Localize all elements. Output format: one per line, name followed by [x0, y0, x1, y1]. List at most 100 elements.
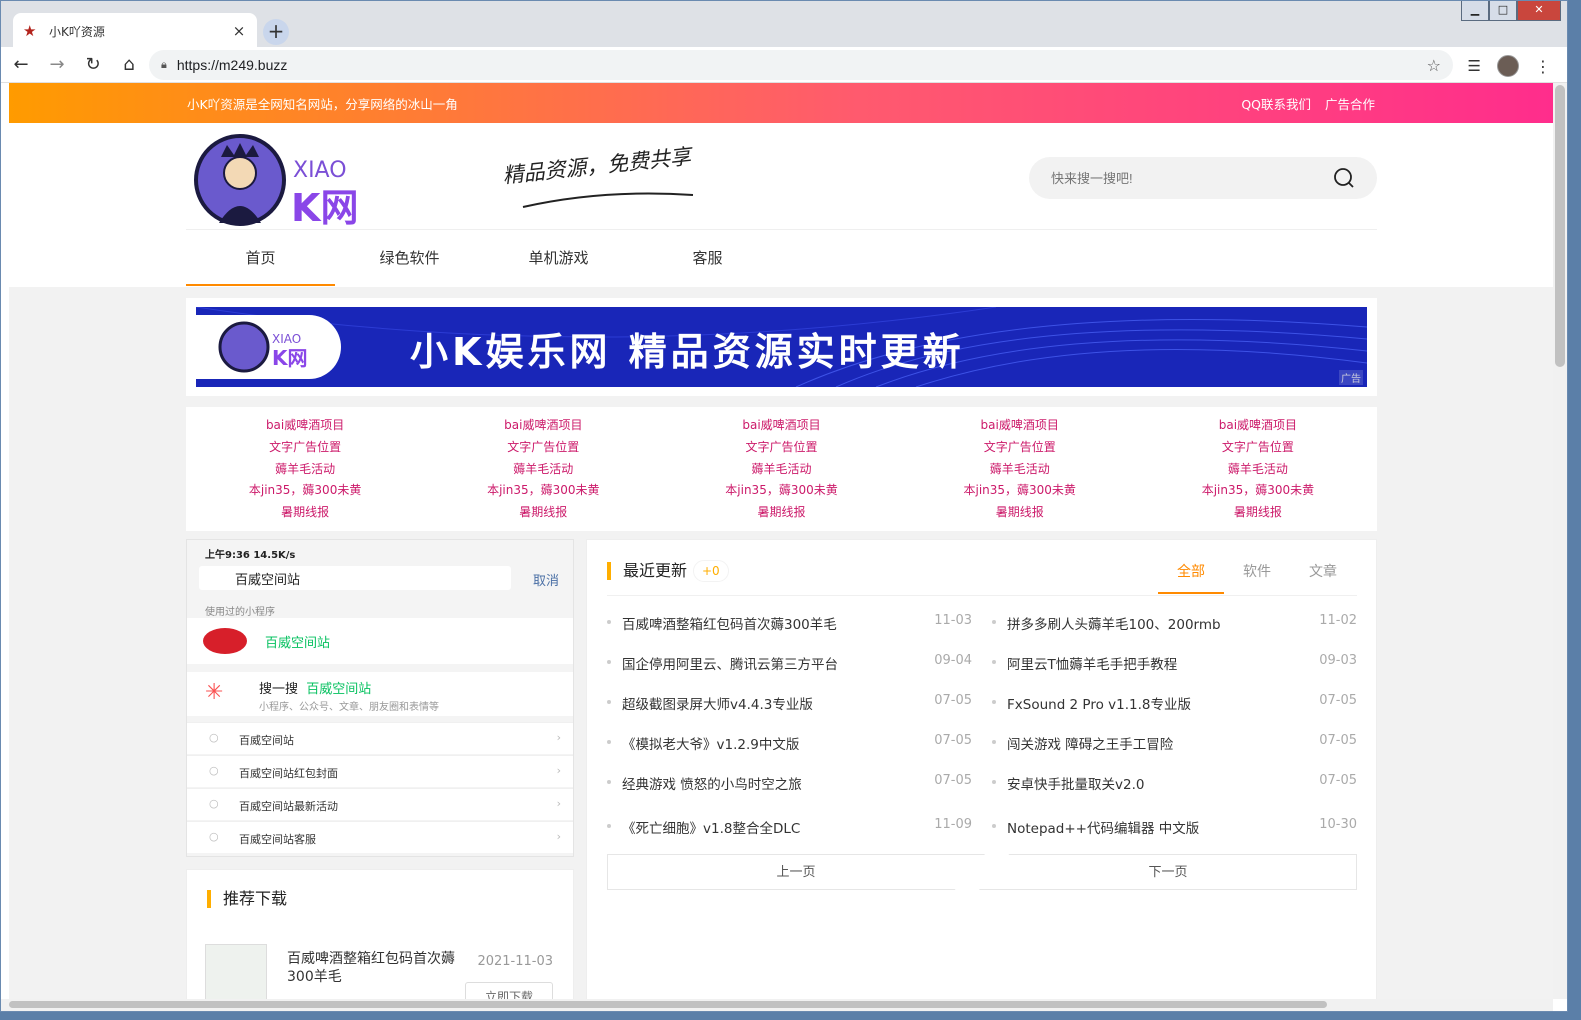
item-title[interactable]: Notepad++代码编辑器 中文版 [1007, 817, 1199, 837]
search-icon: ○ [209, 731, 219, 744]
browser-window: ★ 小K吖资源 × + ▁ □ ✕ ← → ↻ ⌂ 🔒︎ https://m24… [0, 0, 1568, 1012]
qq-contact-link[interactable]: QQ联系我们 [1241, 97, 1311, 112]
item-title[interactable]: 百威啤酒整箱红包码首次薅300羊毛 [622, 613, 837, 633]
text-ad-link[interactable]: 文字广告位置 [186, 437, 424, 459]
tab-all[interactable]: 全部 [1158, 550, 1224, 594]
site-search-box [1029, 157, 1377, 199]
slogan-image: 精品资源，免费共享 [502, 144, 695, 208]
list-item[interactable]: 安卓快手批量取关v2.0 07-05 [992, 768, 1357, 798]
nav-green-software[interactable]: 绿色软件 [335, 230, 484, 286]
horizontal-scrollbar[interactable] [1, 999, 1553, 1011]
reading-list-icon[interactable]: ☰ [1468, 57, 1481, 75]
tabs-divider [607, 595, 1357, 596]
item-title[interactable]: 闯关游戏 障碍之王手工冒险 [1007, 733, 1173, 753]
item-title[interactable]: 《死亡细胞》v1.8整合全DLC [622, 817, 800, 837]
recommend-item-title[interactable]: 百威啤酒整箱红包码首次薅300羊毛 [287, 950, 467, 986]
text-ad-link[interactable]: 本jin35，薅300未黄 [662, 480, 900, 502]
text-ad-link[interactable]: 暑期线报 [1139, 502, 1377, 524]
text-ad-link[interactable]: 文字广告位置 [662, 437, 900, 459]
tab-articles[interactable]: 文章 [1290, 550, 1356, 594]
phone-screenshot-ad[interactable]: 上午9:36 14.5K/s 百威空间站 取消 使用过的小程序 百威空间站 ✳ … [186, 539, 574, 857]
item-date: 09-04 [934, 653, 972, 668]
scrollbar-thumb[interactable] [9, 1001, 1327, 1008]
list-item[interactable]: 闯关游戏 障碍之王手工冒险 07-05 [992, 728, 1357, 758]
address-bar[interactable]: 🔒︎ https://m249.buzz ☆ [149, 50, 1453, 80]
text-ad-link[interactable]: 薅羊毛活动 [901, 459, 1139, 481]
list-item[interactable]: 阿里云T恤薅羊毛手把手教程 09-03 [992, 648, 1357, 678]
nav-home[interactable]: 首页 [186, 230, 335, 286]
nav-pc-games[interactable]: 单机游戏 [484, 230, 633, 286]
new-tab-button[interactable]: + [263, 19, 289, 45]
list-item[interactable]: Notepad++代码编辑器 中文版 10-30 [992, 812, 1357, 842]
banner-logo-k: K网 [272, 346, 308, 370]
list-item[interactable]: FxSound 2 Pro v1.1.8专业版 07-05 [992, 688, 1357, 718]
menu-kebab-icon[interactable]: ⋮ [1535, 57, 1551, 76]
close-tab-icon[interactable]: × [231, 22, 247, 40]
text-ad-link[interactable]: bai威啤酒项目 [1139, 415, 1377, 437]
bullet-dot [992, 780, 996, 784]
scrollbar-thumb[interactable] [1555, 85, 1565, 367]
item-title[interactable]: 经典游戏 愤怒的小鸟时空之旅 [622, 773, 802, 793]
text-ad-link[interactable]: 文字广告位置 [424, 437, 662, 459]
item-title[interactable]: 阿里云T恤薅羊毛手把手教程 [1007, 653, 1177, 673]
url-text[interactable]: https://m249.buzz [177, 57, 1427, 73]
text-ad-link[interactable]: 薅羊毛活动 [662, 459, 900, 481]
banner-ad[interactable]: XIAO K网 小K娱乐网 精品资源实时更新 广告 [186, 298, 1377, 396]
list-item[interactable]: 拼多多刷人头薅羊毛100、200rmb 11-02 [992, 608, 1357, 638]
text-ad-link[interactable]: 文字广告位置 [901, 437, 1139, 459]
list-item[interactable]: 国企停用阿里云、腾讯云第三方平台 09-04 [607, 648, 972, 678]
search-icon[interactable] [1333, 167, 1355, 189]
text-ad-link[interactable]: 薅羊毛活动 [186, 459, 424, 481]
search-icon: ○ [209, 764, 219, 777]
item-title[interactable]: 安卓快手批量取关v2.0 [1007, 773, 1144, 793]
download-button[interactable]: 立即下载 [465, 982, 553, 999]
back-arrow-icon[interactable]: ← [5, 54, 37, 75]
next-page-button[interactable]: 下一页 [979, 854, 1357, 890]
bookmark-star-icon[interactable]: ☆ [1427, 56, 1441, 75]
text-ad-link[interactable]: bai威啤酒项目 [424, 415, 662, 437]
text-ad-link[interactable]: bai威啤酒项目 [901, 415, 1139, 437]
text-ad-column: bai威啤酒项目 文字广告位置 薅羊毛活动 本jin35，薅300未黄 暑期线报 [186, 415, 424, 531]
list-item[interactable]: 《死亡细胞》v1.8整合全DLC 11-09 [607, 812, 972, 842]
text-ad-link[interactable]: 薅羊毛活动 [424, 459, 662, 481]
list-item[interactable]: 《模拟老大爷》v1.2.9中文版 07-05 [607, 728, 972, 758]
text-ad-link[interactable]: 本jin35，薅300未黄 [901, 480, 1139, 502]
text-ad-link[interactable]: 暑期线报 [424, 502, 662, 524]
text-ad-link[interactable]: 本jin35，薅300未黄 [424, 480, 662, 502]
list-item[interactable]: 经典游戏 愤怒的小鸟时空之旅 07-05 [607, 768, 972, 798]
text-ad-link[interactable]: 本jin35，薅300未黄 [186, 480, 424, 502]
recommend-thumbnail[interactable] [205, 944, 267, 999]
tab-software[interactable]: 软件 [1224, 550, 1290, 594]
reload-icon[interactable]: ↻ [77, 54, 109, 75]
banner-image: XIAO K网 小K娱乐网 精品资源实时更新 广告 [196, 307, 1367, 387]
item-title[interactable]: 超级截图录屏大师v4.4.3专业版 [622, 693, 813, 713]
list-item[interactable]: 超级截图录屏大师v4.4.3专业版 07-05 [607, 688, 972, 718]
browser-tab[interactable]: ★ 小K吖资源 × [13, 13, 257, 49]
text-ad-link[interactable]: 文字广告位置 [1139, 437, 1377, 459]
ad-cooperation-link[interactable]: 广告合作 [1325, 97, 1375, 112]
forward-arrow-icon[interactable]: → [41, 54, 73, 75]
prev-page-button[interactable]: 上一页 [607, 854, 985, 890]
item-title[interactable]: 国企停用阿里云、腾讯云第三方平台 [622, 653, 838, 673]
text-ad-link[interactable]: 暑期线报 [901, 502, 1139, 524]
profile-avatar[interactable] [1497, 55, 1519, 77]
text-ad-link[interactable]: bai威啤酒项目 [186, 415, 424, 437]
item-title[interactable]: 拼多多刷人头薅羊毛100、200rmb [1007, 613, 1221, 633]
item-title[interactable]: 《模拟老大爷》v1.2.9中文版 [622, 733, 799, 753]
text-ad-link[interactable]: 薅羊毛活动 [1139, 459, 1377, 481]
site-search-input[interactable] [1051, 170, 1333, 186]
text-ad-link[interactable]: 本jin35，薅300未黄 [1139, 480, 1377, 502]
bullet-dot [992, 660, 996, 664]
item-title[interactable]: FxSound 2 Pro v1.1.8专业版 [1007, 693, 1191, 713]
site-logo[interactable]: XIAO K网 [193, 133, 369, 227]
text-ad-link[interactable]: 暑期线报 [662, 502, 900, 524]
text-ad-link[interactable]: bai威啤酒项目 [662, 415, 900, 437]
list-item[interactable]: 百威啤酒整箱红包码首次薅300羊毛 11-03 [607, 608, 972, 638]
home-icon[interactable]: ⌂ [113, 54, 145, 75]
window-close-icon[interactable]: ✕ [1517, 1, 1561, 21]
vertical-scrollbar[interactable] [1553, 83, 1567, 999]
minimize-icon[interactable]: ▁ [1461, 1, 1489, 21]
nav-customer-service[interactable]: 客服 [633, 230, 782, 286]
text-ad-link[interactable]: 暑期线报 [186, 502, 424, 524]
maximize-icon[interactable]: □ [1489, 1, 1517, 21]
